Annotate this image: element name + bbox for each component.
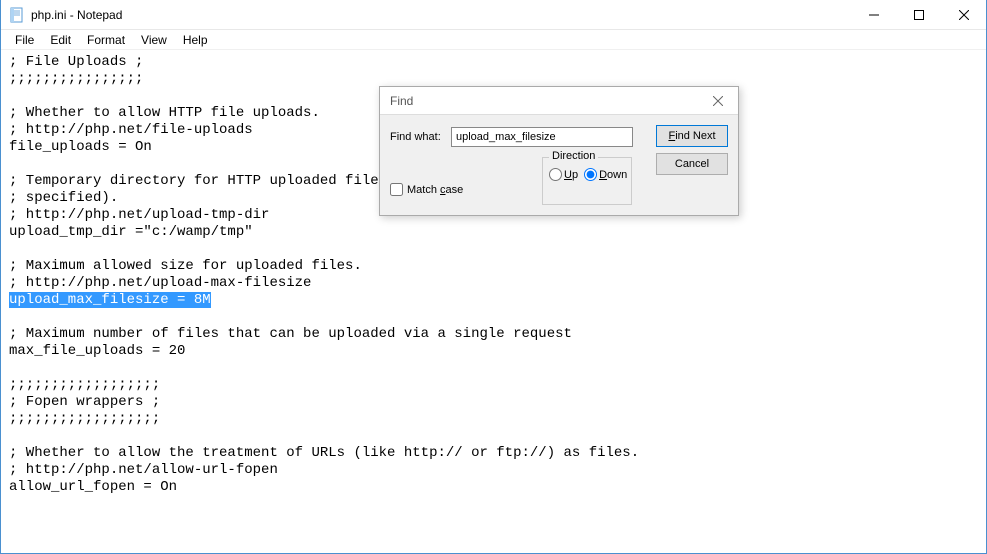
editor-line: ; Maximum allowed size for uploaded file…: [9, 258, 978, 275]
close-button[interactable]: [941, 0, 986, 30]
menubar: File Edit Format View Help: [1, 30, 986, 50]
editor-line: upload_tmp_dir ="c:/wamp/tmp": [9, 224, 978, 241]
editor-line: max_file_uploads = 20: [9, 343, 978, 360]
menu-file[interactable]: File: [7, 31, 42, 49]
find-what-label: Find what:: [390, 131, 445, 143]
radio-down[interactable]: Down: [584, 168, 627, 181]
direction-label: Direction: [549, 150, 598, 162]
find-dialog-titlebar[interactable]: Find: [380, 87, 738, 115]
find-dialog-title: Find: [390, 94, 704, 108]
window-title: php.ini - Notepad: [31, 8, 851, 22]
close-icon[interactable]: [704, 89, 732, 113]
find-next-label-rest: ind Next: [675, 130, 715, 142]
editor-line: ; Fopen wrappers ;: [9, 394, 978, 411]
match-case-checkbox[interactable]: [390, 183, 403, 196]
editor-line: ; Maximum number of files that can be up…: [9, 326, 978, 343]
selected-text: upload_max_filesize = 8M: [9, 292, 211, 308]
editor-line: ; http://php.net/upload-max-filesize: [9, 275, 978, 292]
cancel-button[interactable]: Cancel: [656, 153, 728, 175]
minimize-button[interactable]: [851, 0, 896, 30]
notepad-icon: [9, 7, 25, 23]
match-case-label: Match case: [407, 184, 463, 196]
direction-group: Direction Up Down: [542, 157, 632, 205]
find-next-button[interactable]: Find Next: [656, 125, 728, 147]
menu-view[interactable]: View: [133, 31, 175, 49]
editor-line: [9, 241, 978, 258]
titlebar[interactable]: php.ini - Notepad: [1, 0, 986, 30]
find-dialog: Find Find what: Find Next Cancel Directi…: [379, 86, 739, 216]
menu-format[interactable]: Format: [79, 31, 133, 49]
editor-line: ; Whether to allow the treatment of URLs…: [9, 445, 978, 462]
editor-line: upload_max_filesize = 8M: [9, 292, 978, 309]
editor-line: ; File Uploads ;: [9, 54, 978, 71]
editor-line: allow_url_fopen = On: [9, 479, 978, 496]
maximize-button[interactable]: [896, 0, 941, 30]
radio-up-input[interactable]: [549, 168, 562, 181]
menu-help[interactable]: Help: [175, 31, 216, 49]
radio-up[interactable]: Up: [549, 168, 578, 181]
radio-down-input[interactable]: [584, 168, 597, 181]
menu-edit[interactable]: Edit: [42, 31, 79, 49]
editor-line: [9, 309, 978, 326]
editor-line: [9, 360, 978, 377]
find-what-input[interactable]: [451, 127, 633, 147]
editor-line: ;;;;;;;;;;;;;;;;;;: [9, 377, 978, 394]
editor-line: ; http://php.net/allow-url-fopen: [9, 462, 978, 479]
editor-line: [9, 428, 978, 445]
editor-line: ;;;;;;;;;;;;;;;;;;: [9, 411, 978, 428]
